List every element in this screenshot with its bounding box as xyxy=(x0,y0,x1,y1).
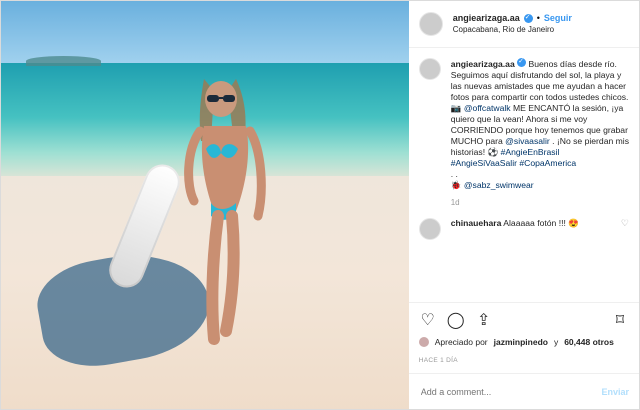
like-comment-icon[interactable]: ♡ xyxy=(621,218,629,229)
mention-sabz-swimwear[interactable]: @sabz_swimwear xyxy=(464,180,534,190)
comments-area: angiearizaga.aa Buenos días desde río. S… xyxy=(409,48,639,278)
liker-username[interactable]: jazminpinedo xyxy=(494,337,548,347)
post-location[interactable]: Copacabana, Rio de Janeiro xyxy=(453,24,572,36)
caption: angiearizaga.aa Buenos días desde río. S… xyxy=(418,56,629,208)
post-comment-button[interactable]: Enviar xyxy=(601,387,629,397)
follow-button[interactable]: Seguir xyxy=(544,12,572,24)
comment-avatar[interactable] xyxy=(418,218,441,240)
mention-offcatwalk[interactable]: @offcatwalk xyxy=(464,103,511,113)
caption-dots: . . xyxy=(450,169,458,179)
mention-sivaasalir[interactable]: @sivaasalir xyxy=(505,136,550,146)
verified-icon xyxy=(523,12,533,24)
comment-text: chinauehara Alaaaaa fotón !!! 😍 xyxy=(451,218,579,229)
bookmark-icon[interactable]: ⌑ xyxy=(611,311,629,329)
likes-count[interactable]: 60,448 otros xyxy=(564,337,614,347)
person-figure xyxy=(184,79,266,345)
author-avatar[interactable] xyxy=(418,12,443,36)
likes-row: Apreciado por jazminpinedo y 60,448 otro… xyxy=(418,337,639,347)
post-time: HACE 1 DÍA xyxy=(418,357,458,364)
hashtag-angieenbrasil[interactable]: #AngieEnBrasil xyxy=(501,147,560,157)
post-actions: ♡ ◯ ⇪ ⌑ xyxy=(408,302,639,336)
caption-avatar[interactable] xyxy=(418,58,441,80)
caption-age: 1d xyxy=(450,198,460,207)
camera-icon: 📷 xyxy=(450,103,462,113)
post-photo[interactable] xyxy=(1,1,409,409)
comment-icon[interactable]: ◯ xyxy=(447,311,465,329)
likes-conj: y xyxy=(553,337,559,347)
emoji-icon: 🐞 xyxy=(450,180,462,190)
instagram-post: angiearizaga.aa • Seguir Copacabana, Rio… xyxy=(0,0,640,410)
comment-row: chinauehara Alaaaaa fotón !!! 😍 ♡ xyxy=(418,218,629,240)
caption-username[interactable]: angiearizaga.aa xyxy=(451,59,515,69)
comment-body: Alaaaaa fotón !!! 😍 xyxy=(503,218,579,228)
share-icon[interactable]: ⇪ xyxy=(475,311,493,329)
liker-avatar xyxy=(418,337,429,347)
photo-island xyxy=(26,56,101,66)
comment-username[interactable]: chinauehara xyxy=(451,218,502,228)
hashtags-line[interactable]: #AngieSiVaaSalir #CopaAmerica xyxy=(451,158,576,168)
comment-input[interactable] xyxy=(418,385,602,398)
post-header: angiearizaga.aa • Seguir Copacabana, Rio… xyxy=(408,1,639,48)
likes-prefix: Apreciado por xyxy=(434,337,488,347)
heart-icon[interactable]: ♡ xyxy=(419,311,437,329)
verified-icon xyxy=(517,56,527,67)
caption-text: angiearizaga.aa Buenos días desde río. S… xyxy=(450,56,629,208)
author-info: angiearizaga.aa • Seguir Copacabana, Rio… xyxy=(453,12,572,36)
separator-dot: • xyxy=(536,13,540,23)
add-comment-bar: Enviar xyxy=(408,373,639,409)
post-sidebar: angiearizaga.aa • Seguir Copacabana, Rio… xyxy=(408,1,639,409)
author-username[interactable]: angiearizaga.aa xyxy=(453,12,520,24)
